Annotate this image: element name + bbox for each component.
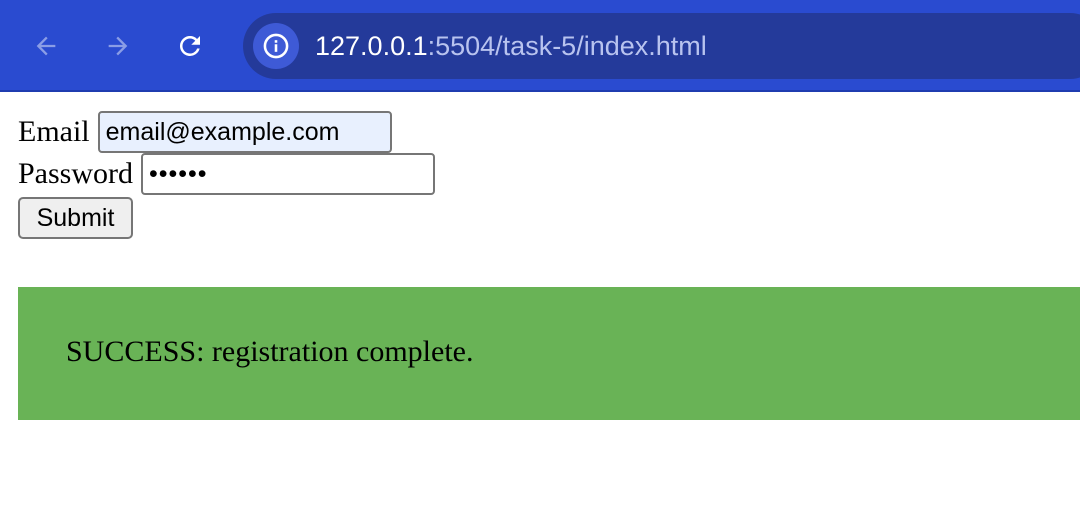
arrow-left-icon: [36, 36, 56, 56]
reload-button[interactable]: [166, 22, 214, 70]
reload-icon: [179, 35, 200, 56]
url-text[interactable]: 127.0.0.1:5504/task-5/index.html: [315, 29, 707, 63]
success-alert: SUCCESS: registration complete.: [18, 287, 1080, 420]
address-bar[interactable]: 127.0.0.1:5504/task-5/index.html: [243, 13, 1080, 79]
email-row: Email email@example.com: [18, 110, 392, 154]
password-row: Password ••••••: [18, 152, 436, 196]
password-field[interactable]: ••••••: [141, 153, 436, 195]
site-info-button[interactable]: [253, 23, 299, 69]
url-path: :5504/task-5/index.html: [427, 31, 707, 61]
info-icon: [263, 33, 289, 59]
page-content: Email email@example.com Password •••••• …: [0, 92, 1080, 506]
email-label: Email: [18, 115, 90, 148]
submit-button[interactable]: Submit: [18, 197, 133, 239]
email-field[interactable]: email@example.com: [97, 111, 392, 153]
url-host: 127.0.0.1: [315, 31, 428, 61]
browser-toolbar: 127.0.0.1:5504/task-5/index.html: [0, 0, 1080, 92]
back-button[interactable]: [22, 22, 70, 70]
password-label: Password: [18, 157, 134, 190]
success-message: SUCCESS: registration complete.: [66, 335, 474, 368]
arrow-right-icon: [108, 36, 128, 56]
forward-button[interactable]: [94, 22, 142, 70]
